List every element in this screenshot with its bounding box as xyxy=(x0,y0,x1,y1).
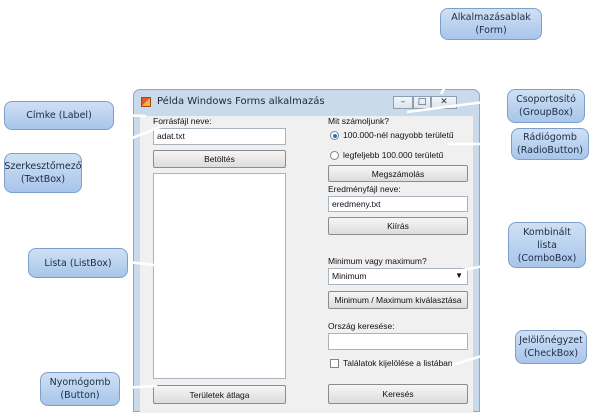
callout-button: Nyomógomb (Button) xyxy=(40,372,120,406)
pointer-checkbox xyxy=(451,343,519,367)
callout-textbox: Szerkesztőmező (TextBox) xyxy=(4,153,82,193)
pointer-listbox xyxy=(127,260,181,270)
pointer-combobox xyxy=(431,258,516,278)
callout-radiobutton: Rádiógomb (RadioButton) xyxy=(511,128,589,160)
pointer-button xyxy=(119,384,158,390)
callout-pointers xyxy=(81,39,531,390)
callout-combobox: Kombinált lista (ComboBox) xyxy=(508,222,586,268)
callout-checkbox: Jelölőnégyzet (CheckBox) xyxy=(515,330,587,364)
callout-listbox: Lista (ListBox) xyxy=(28,248,128,278)
callout-form: Alkalmazásablak (Form) xyxy=(440,8,542,40)
callout-label: Címke (Label) xyxy=(4,101,114,130)
callout-groupbox: Csoportosító (GroupBox) xyxy=(507,89,585,123)
pointer-form xyxy=(439,39,474,95)
pointer-label xyxy=(112,113,147,118)
pointer-textbox xyxy=(81,125,161,160)
